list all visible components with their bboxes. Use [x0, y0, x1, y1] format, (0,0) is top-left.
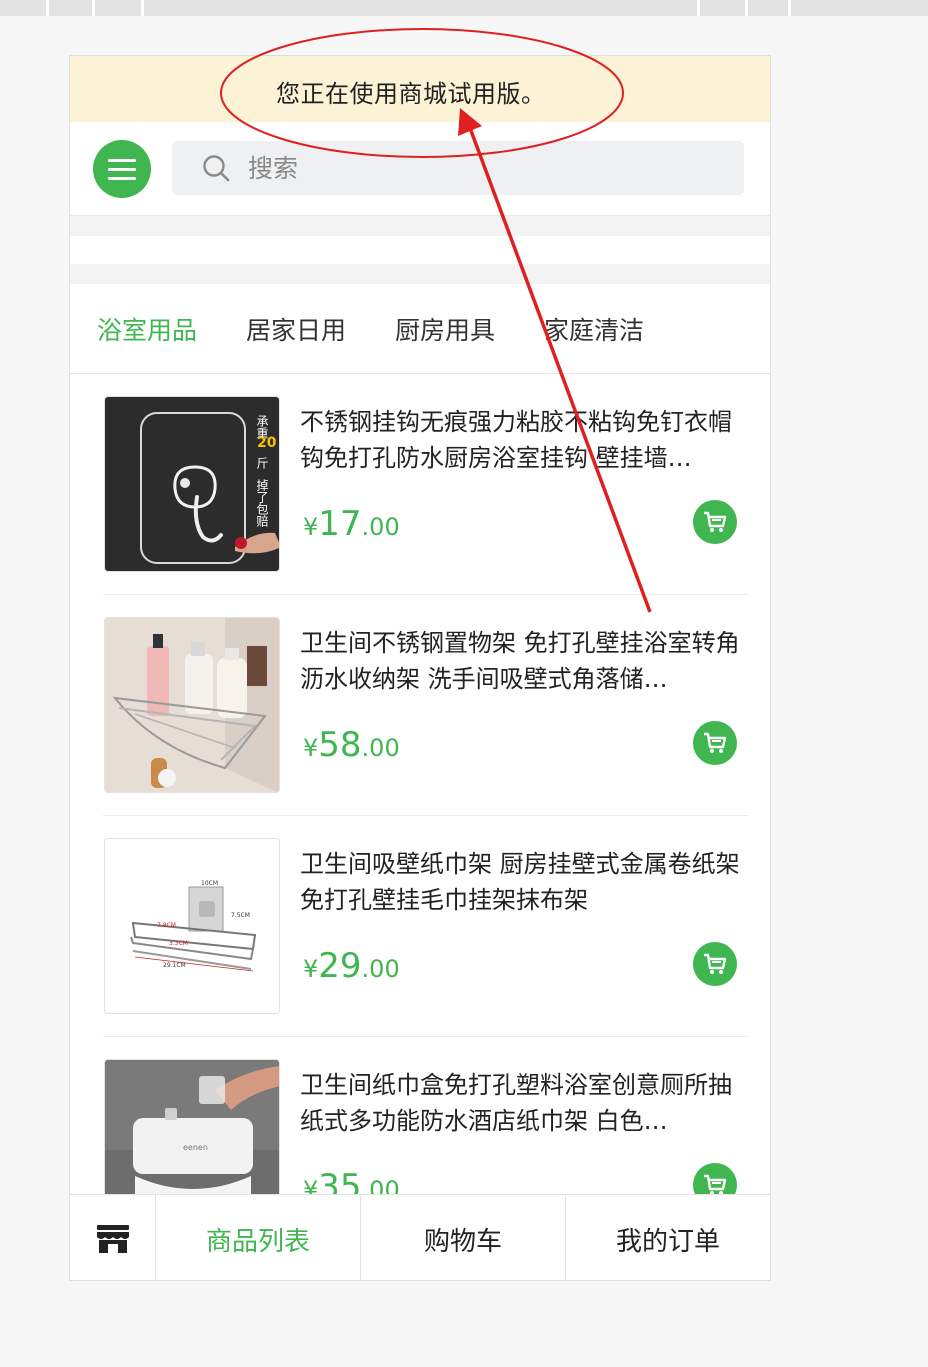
tab-cleaning[interactable]: 家庭清洁	[544, 311, 644, 347]
product-card[interactable]: eenen 卫生间纸巾盒免打孔塑料浴室创意厕所抽纸式多功能防水酒店纸巾架 白色……	[103, 1037, 749, 1194]
category-tabs: 浴室用品 居家日用 厨房用具 家庭清洁	[70, 284, 770, 374]
hook-label-num: 20	[257, 435, 277, 451]
product-price: ¥58.00	[303, 725, 400, 765]
price-decimal: .00	[361, 955, 400, 983]
dim-a: 7.8CM	[157, 922, 176, 929]
price-decimal: .00	[361, 734, 400, 762]
menu-icon-line	[108, 176, 136, 180]
price-currency: ¥	[303, 734, 319, 762]
dim-b: 3.3CM	[169, 940, 188, 947]
browser-top-strip	[0, 0, 928, 16]
store-icon	[96, 1225, 129, 1253]
product-list: 承重 20 斤 掉了包赔 不锈钢挂钩无痕强力粘胶不粘钩免钉衣帽钩免打孔防水厨房浴…	[70, 374, 770, 1194]
menu-icon-line	[108, 167, 136, 171]
mobile-shop-frame: 您正在使用商城试用版。 浴室用品 居家日用 厨房用具 家庭清洁	[69, 55, 771, 1281]
nav-my-orders[interactable]: 我的订单	[566, 1195, 770, 1280]
tab-household[interactable]: 居家日用	[246, 311, 346, 347]
price-integer: 17	[318, 504, 362, 544]
search-icon	[203, 155, 230, 182]
strip-divider	[141, 0, 144, 16]
strip-divider	[788, 0, 791, 16]
corner-shelf-photo	[105, 618, 279, 792]
section-divider	[70, 264, 770, 284]
price-currency: ¥	[303, 955, 319, 983]
menu-icon-line	[108, 158, 136, 162]
tab-bathroom[interactable]: 浴室用品	[97, 311, 197, 347]
product-card[interactable]: 承重 20 斤 掉了包赔 不锈钢挂钩无痕强力粘胶不粘钩免钉衣帽钩免打孔防水厨房浴…	[103, 374, 749, 595]
strip-divider	[46, 0, 49, 16]
nav-product-list[interactable]: 商品列表	[156, 1195, 361, 1280]
tissue-brand: eenen	[183, 1143, 208, 1152]
price-integer: 29	[318, 946, 362, 986]
product-title[interactable]: 卫生间不锈钢置物架 免打孔壁挂浴室转角沥水收纳架 洗手间吸壁式角落储…	[300, 625, 752, 697]
section-divider	[70, 216, 770, 236]
cart-icon	[704, 511, 727, 532]
product-title[interactable]: 不锈钢挂钩无痕强力粘胶不粘钩免钉衣帽钩免打孔防水厨房浴室挂钩 壁挂墙…	[300, 404, 752, 476]
product-image[interactable]: 10CM 7.5CM 7.8CM 3.3CM 29.1CM	[104, 838, 280, 1014]
menu-button[interactable]	[93, 140, 151, 198]
add-to-cart-button[interactable]	[693, 1163, 737, 1194]
paper-holder-photo: 10CM 7.5CM 7.8CM 3.3CM 29.1CM	[105, 839, 279, 1013]
price-integer: 35	[318, 1167, 362, 1194]
search-box[interactable]	[172, 141, 744, 195]
search-input[interactable]	[248, 141, 728, 195]
strip-divider	[697, 0, 700, 16]
product-title[interactable]: 卫生间吸壁纸巾架 厨房挂壁式金属卷纸架 免打孔壁挂毛巾挂架抹布架	[300, 846, 752, 918]
cart-icon	[704, 953, 727, 974]
trial-notice-text: 您正在使用商城试用版。	[276, 80, 546, 108]
nav-cart[interactable]: 购物车	[361, 1195, 566, 1280]
price-currency: ¥	[303, 513, 319, 541]
product-image[interactable]: eenen	[104, 1059, 280, 1194]
add-to-cart-button[interactable]	[693, 500, 737, 544]
add-to-cart-button[interactable]	[693, 721, 737, 765]
dim-top: 10CM	[201, 880, 218, 887]
price-decimal: .00	[361, 1176, 400, 1194]
add-to-cart-button[interactable]	[693, 942, 737, 986]
header-bar	[70, 122, 770, 216]
product-title[interactable]: 卫生间纸巾盒免打孔塑料浴室创意厕所抽纸式多功能防水酒店纸巾架 白色…	[300, 1067, 752, 1139]
hook-label-3: 掉了包赔	[255, 479, 269, 528]
product-price: ¥29.00	[303, 946, 400, 986]
product-image[interactable]: 承重 20 斤 掉了包赔	[104, 396, 280, 572]
price-decimal: .00	[361, 513, 400, 541]
cart-icon	[704, 1174, 727, 1194]
adhesive-hook-photo: 承重 20 斤 掉了包赔	[105, 397, 279, 571]
product-price: ¥17.00	[303, 504, 400, 544]
nav-home-button[interactable]	[70, 1195, 156, 1280]
price-currency: ¥	[303, 1176, 319, 1194]
price-integer: 58	[318, 725, 362, 765]
product-card[interactable]: 10CM 7.5CM 7.8CM 3.3CM 29.1CM 卫生间吸壁纸巾架 厨…	[103, 816, 749, 1037]
dim-bottom: 29.1CM	[163, 962, 186, 969]
tab-kitchen[interactable]: 厨房用具	[395, 311, 495, 347]
product-image[interactable]	[104, 617, 280, 793]
strip-divider	[745, 0, 748, 16]
product-card[interactable]: 卫生间不锈钢置物架 免打孔壁挂浴室转角沥水收纳架 洗手间吸壁式角落储… ¥58.…	[103, 595, 749, 816]
strip-divider	[92, 0, 95, 16]
hook-label-2: 斤	[255, 457, 269, 470]
cart-icon	[704, 732, 727, 753]
bottom-nav: 商品列表 购物车 我的订单	[70, 1194, 770, 1280]
trial-banner: 您正在使用商城试用版。	[70, 56, 770, 122]
tissue-box-photo: eenen	[105, 1060, 279, 1194]
product-price: ¥35.00	[303, 1167, 400, 1194]
dim-side: 7.5CM	[231, 912, 250, 919]
